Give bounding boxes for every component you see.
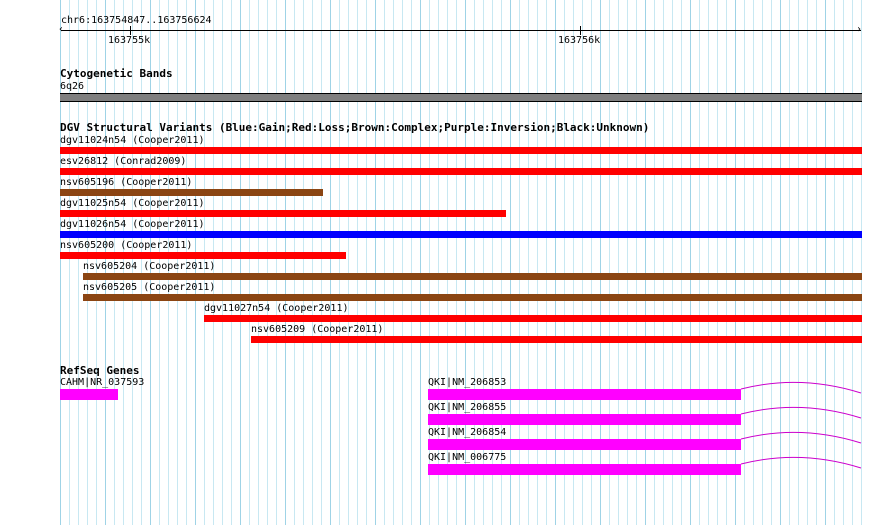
ruler-tick-label: 163756k <box>558 35 601 46</box>
ruler-tick-label: 163755k <box>108 35 151 46</box>
ruler-left-arrow-icon: ‹ <box>58 24 65 35</box>
ruler-axis <box>61 30 861 31</box>
variant-label: nsv605209 (Cooper2011) <box>251 324 384 335</box>
variant-bar-complex[interactable] <box>83 294 862 301</box>
variant-bar-complex[interactable] <box>60 189 323 196</box>
variant-label: nsv605205 (Cooper2011) <box>83 282 216 293</box>
variant-bar-loss[interactable] <box>60 147 862 154</box>
variant-label: dgv11027n54 (Cooper2011) <box>204 303 349 314</box>
cytoband-label: 6q26 <box>60 81 85 92</box>
gene-label: QKI|NM_206853 <box>428 377 507 388</box>
variant-label: nsv605204 (Cooper2011) <box>83 261 216 272</box>
variant-label: nsv605200 (Cooper2011) <box>60 240 193 251</box>
variant-label: nsv605196 (Cooper2011) <box>60 177 193 188</box>
gene-exon[interactable] <box>60 389 118 400</box>
variant-bar-loss[interactable] <box>60 168 862 175</box>
gene-exon[interactable] <box>428 464 741 475</box>
gene-exon[interactable] <box>428 389 741 400</box>
refseq-track-title: RefSeq Genes <box>60 364 140 377</box>
variant-bar-loss[interactable] <box>60 210 506 217</box>
ruler-range-label: chr6:163754847..163756624 <box>61 15 212 26</box>
genome-browser-view: chr6:163754847..163756624 ‹ › 163755k 16… <box>0 0 890 525</box>
gene-label: QKI|NM_206855 <box>428 402 507 413</box>
variant-bar-loss[interactable] <box>60 252 346 259</box>
gene-label: QKI|NM_206854 <box>428 427 507 438</box>
variant-bar-complex[interactable] <box>83 273 862 280</box>
gene-label: QKI|NM_006775 <box>428 452 507 463</box>
ruler-major-tick <box>580 26 581 35</box>
cytoband-track-title: Cytogenetic Bands <box>60 67 173 80</box>
variant-bar-loss[interactable] <box>251 336 862 343</box>
gene-label: CAHM|NR_037593 <box>60 377 145 388</box>
cytoband-6q26[interactable] <box>60 93 862 102</box>
variant-label: dgv11025n54 (Cooper2011) <box>60 198 205 209</box>
variant-bar-loss[interactable] <box>204 315 862 322</box>
ruler-major-tick <box>130 26 131 35</box>
variant-label: dgv11024n54 (Cooper2011) <box>60 135 205 146</box>
variant-bar-gain[interactable] <box>60 231 862 238</box>
variant-label: esv26812 (Conrad2009) <box>60 156 187 167</box>
dgv-track-title: DGV Structural Variants (Blue:Gain;Red:L… <box>60 121 650 134</box>
gene-exon[interactable] <box>428 414 741 425</box>
variant-label: dgv11026n54 (Cooper2011) <box>60 219 205 230</box>
ruler-right-arrow-icon: › <box>856 24 863 35</box>
gene-exon[interactable] <box>428 439 741 450</box>
